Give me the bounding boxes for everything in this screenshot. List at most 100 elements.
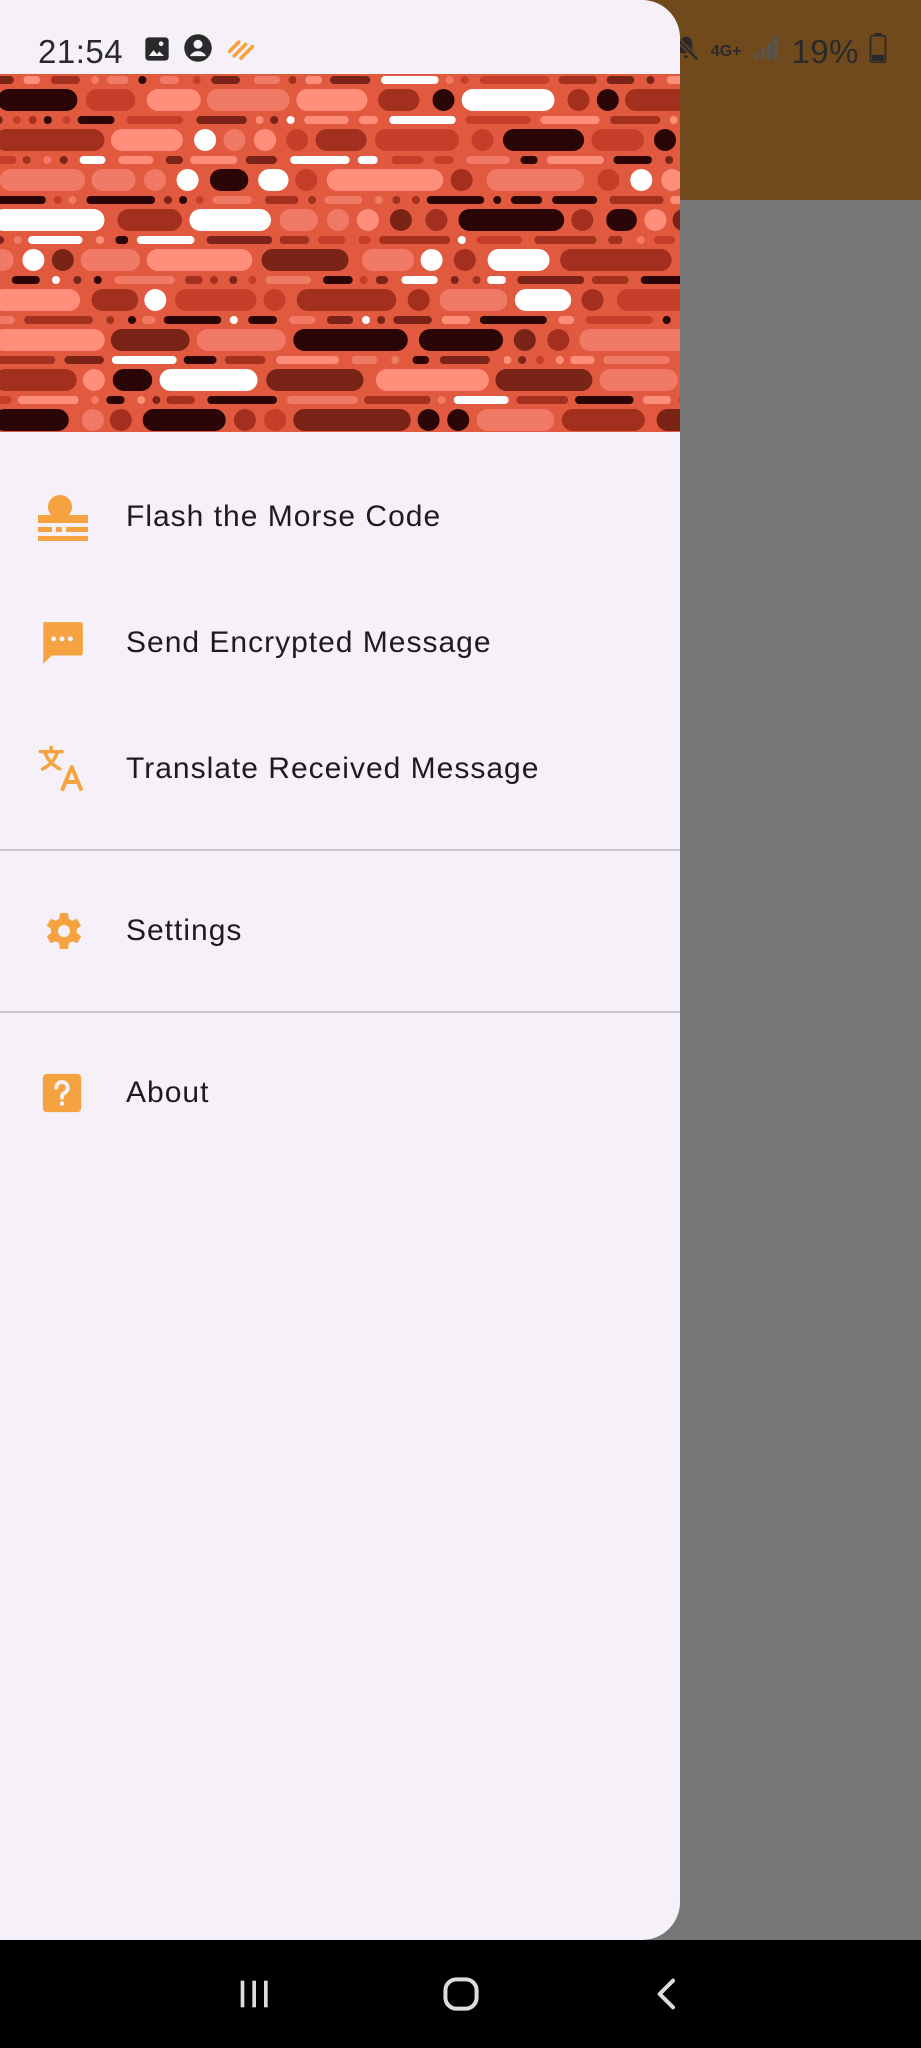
morse-pattern-mark <box>28 236 83 244</box>
morse-pattern-mark <box>646 76 655 84</box>
morse-pattern-mark <box>258 169 289 191</box>
morse-pattern-mark <box>351 356 378 364</box>
chat-bubble-icon <box>34 615 90 671</box>
morse-pattern-mark <box>606 209 637 231</box>
morse-pattern-mark <box>296 289 397 311</box>
morse-pattern-mark <box>517 276 585 284</box>
morse-pattern-mark <box>432 89 455 111</box>
morse-pattern-mark <box>666 76 680 84</box>
morse-pattern-mark <box>266 369 364 391</box>
morse-pattern-mark <box>164 196 172 204</box>
status-time: 21:54 <box>38 33 124 70</box>
morse-pattern-mark <box>375 129 459 151</box>
morse-pattern-mark <box>376 369 489 391</box>
morse-pattern-mark <box>392 196 401 204</box>
morse-pattern-mark <box>495 369 593 391</box>
menu-item-send-encrypted[interactable]: Send Encrypted Message <box>0 580 680 706</box>
morse-pattern-mark <box>115 236 129 244</box>
morse-pattern-mark <box>296 89 368 111</box>
morse-pattern-mark <box>654 129 676 151</box>
morse-pattern-mark <box>295 169 318 191</box>
morse-pattern-mark <box>596 89 619 111</box>
menu-item-about[interactable]: About <box>0 1030 680 1156</box>
menu-item-settings[interactable]: Settings <box>0 868 680 994</box>
morse-pattern-mark <box>378 89 420 111</box>
morse-pattern-mark <box>136 236 195 244</box>
morse-pattern-mark <box>327 209 349 231</box>
morse-pattern-mark <box>630 169 653 191</box>
morse-pattern-mark <box>379 236 451 244</box>
morse-pattern-mark <box>0 89 78 111</box>
back-icon[interactable] <box>638 1964 698 2024</box>
menu-item-translate[interactable]: Translate Received Message <box>0 706 680 832</box>
morse-pattern-mark <box>513 329 536 351</box>
morse-pattern-mark <box>661 169 680 191</box>
morse-pattern-mark <box>175 289 257 311</box>
morse-pattern-mark <box>558 316 575 324</box>
morse-pattern-mark <box>418 329 503 351</box>
help-icon <box>34 1065 90 1121</box>
morse-pattern-mark <box>207 396 277 404</box>
morse-pattern-mark <box>547 329 570 351</box>
morse-pattern-mark <box>86 89 136 111</box>
morse-pattern-mark <box>510 196 543 204</box>
morse-pattern-mark <box>433 156 454 164</box>
morse-pattern-mark <box>159 76 180 84</box>
morse-pattern-mark <box>51 249 74 271</box>
morse-pattern-mark <box>642 396 671 404</box>
morse-pattern-mark <box>293 409 411 431</box>
morse-pattern-mark <box>248 276 257 284</box>
recent-apps-icon[interactable] <box>224 1964 284 2024</box>
morse-pattern-mark <box>96 236 105 244</box>
morse-pattern-mark <box>581 289 604 311</box>
menu-item-flash-morse[interactable]: Flash the Morse Code <box>0 454 680 580</box>
morse-pattern-mark <box>471 129 494 151</box>
morse-pattern-mark <box>212 196 252 204</box>
morse-pattern-mark <box>603 356 670 364</box>
morse-pattern-mark <box>52 276 60 284</box>
menu-item-label: About <box>126 1076 210 1109</box>
morse-pattern-mark <box>253 76 280 84</box>
morse-pattern-mark <box>210 276 218 284</box>
morse-pattern-mark <box>22 249 45 271</box>
morse-pattern-mark <box>0 236 5 244</box>
morse-pattern-mark <box>82 369 105 391</box>
morse-pattern-mark <box>669 116 678 124</box>
morse-pattern-mark <box>286 116 295 124</box>
morse-pattern-mark <box>326 169 444 191</box>
morse-pattern-mark <box>359 276 368 284</box>
morse-pattern-mark <box>656 409 680 431</box>
morse-pattern-mark <box>546 156 604 164</box>
morse-pattern-mark <box>206 89 290 111</box>
morse-pattern-mark <box>613 156 652 164</box>
morse-pattern-mark <box>304 116 349 124</box>
morse-pattern-mark <box>0 369 77 391</box>
morse-pattern-mark <box>146 249 253 271</box>
morse-pattern-mark <box>636 236 645 244</box>
morse-pattern-mark <box>606 76 635 84</box>
morse-pattern-mark <box>412 356 430 364</box>
morse-pattern-mark <box>11 276 40 284</box>
morse-pattern-mark <box>86 196 156 204</box>
home-icon[interactable] <box>431 1964 491 2024</box>
morse-pattern-mark <box>196 329 286 351</box>
morse-pattern-mark <box>0 409 69 431</box>
morse-pattern-mark <box>555 356 564 364</box>
morse-pattern-mark <box>12 116 21 124</box>
morse-pattern-mark <box>401 276 438 284</box>
morse-pattern-mark <box>176 169 199 191</box>
morse-pattern-mark <box>0 116 3 124</box>
morse-pattern-mark <box>245 156 277 164</box>
morse-pattern-mark <box>487 276 506 284</box>
morse-pattern-mark <box>81 409 104 431</box>
morse-pattern-mark <box>0 316 15 324</box>
morse-pattern-mark <box>479 76 550 84</box>
app-notification-icon <box>225 33 257 71</box>
morse-pattern-mark <box>144 169 166 191</box>
morse-pattern-mark <box>43 156 52 164</box>
morse-pattern-mark <box>445 76 454 84</box>
morse-pattern-mark <box>375 196 383 204</box>
morse-pattern-mark <box>476 236 522 244</box>
morse-pattern-mark <box>144 289 167 311</box>
morse-pattern-mark <box>358 236 371 244</box>
